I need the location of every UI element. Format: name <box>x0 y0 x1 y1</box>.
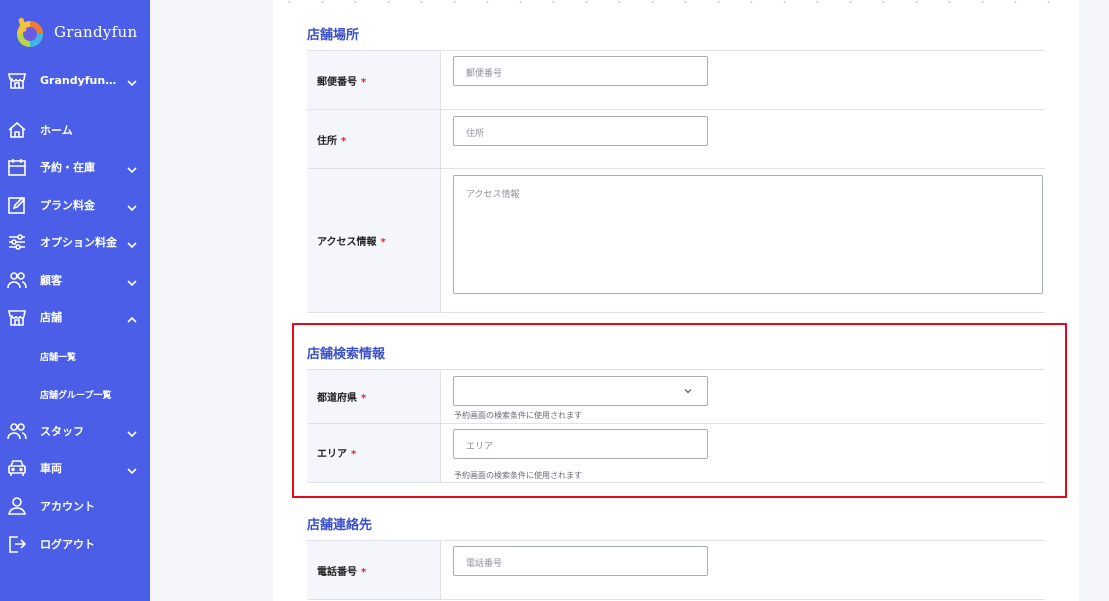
sidebar-item-staff[interactable]: スタッフ <box>0 416 150 446</box>
sidebar-item-label: ログアウト <box>40 538 95 551</box>
postal-code-input[interactable]: 郵便番号 <box>453 56 708 86</box>
chevron-down-icon <box>126 161 138 174</box>
sidebar-item-label: 顧客 <box>40 274 62 287</box>
home-icon <box>7 120 27 140</box>
store-icon <box>7 307 27 327</box>
required-mark: * <box>380 237 386 248</box>
access-info-label: アクセス情報 * <box>317 233 386 248</box>
sidebar-item-label: Grandyfun… <box>40 73 117 87</box>
address-label: 住所 * <box>317 132 346 147</box>
main-content: 店舗場所 郵便番号 * 郵便番号 住所 * 住所 アクセス情報 * アクセス情報 店舗… <box>273 0 1079 601</box>
chevron-down-icon <box>126 74 138 87</box>
required-mark: * <box>361 77 367 88</box>
sidebar-item-label: ホーム <box>40 124 73 137</box>
sidebar-item-reservations[interactable]: 予約・在庫 <box>0 152 150 182</box>
phone-input[interactable]: 電話番号 <box>453 546 708 576</box>
sidebar-item-plan-pricing[interactable]: プラン料金 <box>0 190 150 220</box>
sidebar-item-label: 車両 <box>40 462 62 475</box>
field-label-text: 電話番号 <box>317 567 357 578</box>
divider <box>307 599 1045 600</box>
address-input[interactable]: 住所 <box>453 116 708 146</box>
phone-label: 電話番号 * <box>317 563 366 578</box>
sidebar-item-option-pricing[interactable]: オプション料金 <box>0 227 150 257</box>
sidebar-item-account[interactable]: アカウント <box>0 491 150 521</box>
sidebar-item-customers[interactable]: 顧客 <box>0 265 150 295</box>
postal-code-label: 郵便番号 * <box>317 73 366 88</box>
users-icon <box>7 421 27 441</box>
sidebar-item-label: 店舗 <box>40 311 62 324</box>
access-info-textarea[interactable]: アクセス情報 <box>453 175 1043 294</box>
chevron-down-icon <box>126 425 138 438</box>
top-divider <box>273 0 1079 3</box>
sidebar-item-vehicles[interactable]: 車両 <box>0 453 150 483</box>
chevron-down-icon <box>126 274 138 287</box>
sidebar-item-label: スタッフ <box>40 425 84 438</box>
chevron-down-icon <box>126 199 138 212</box>
sidebar-subitem-store-group-list[interactable]: 店舗グループ一覧 <box>40 388 111 401</box>
calendar-icon <box>7 157 27 177</box>
sidebar-item-label: アカウント <box>40 500 95 513</box>
sidebar-item-label: プラン料金 <box>40 199 95 212</box>
sidebar-item-home[interactable]: ホーム <box>0 115 150 145</box>
chevron-up-icon <box>126 311 138 323</box>
sidebar-item-label: オプション料金 <box>40 236 117 249</box>
sliders-icon <box>7 232 27 252</box>
sidebar-item-logout[interactable]: ログアウト <box>0 529 150 559</box>
brand-name: Grandyfun <box>54 23 138 41</box>
brand[interactable]: Grandyfun <box>12 14 137 50</box>
sidebar-item-stores[interactable]: 店舗 <box>0 302 150 332</box>
highlight-box <box>292 323 1067 498</box>
section-title-location: 店舗場所 <box>307 28 360 43</box>
store-icon <box>7 70 27 90</box>
field-label-text: 住所 <box>317 136 337 147</box>
user-icon <box>7 496 27 516</box>
users-icon <box>7 270 27 290</box>
required-mark: * <box>341 136 347 147</box>
sidebar-item-label: 予約・在庫 <box>40 161 95 174</box>
sidebar-item-store-selector[interactable]: Grandyfun… <box>0 65 150 95</box>
required-mark: * <box>361 567 367 578</box>
car-icon <box>7 458 27 478</box>
chevron-down-icon <box>126 462 138 475</box>
field-label-text: 郵便番号 <box>317 77 357 88</box>
field-label-text: アクセス情報 <box>317 237 377 248</box>
section-title-contact: 店舗連絡先 <box>307 518 373 533</box>
logout-icon <box>7 534 27 554</box>
chevron-down-icon <box>126 236 138 249</box>
edit-icon <box>7 195 27 215</box>
grandyfun-logo-icon <box>17 17 43 47</box>
divider <box>307 312 1045 313</box>
sidebar: Grandyfun Grandyfun… ホーム 予約・在庫 プラン料金 オプシ… <box>0 0 150 601</box>
sidebar-subitem-store-list[interactable]: 店舗一覧 <box>40 350 76 363</box>
